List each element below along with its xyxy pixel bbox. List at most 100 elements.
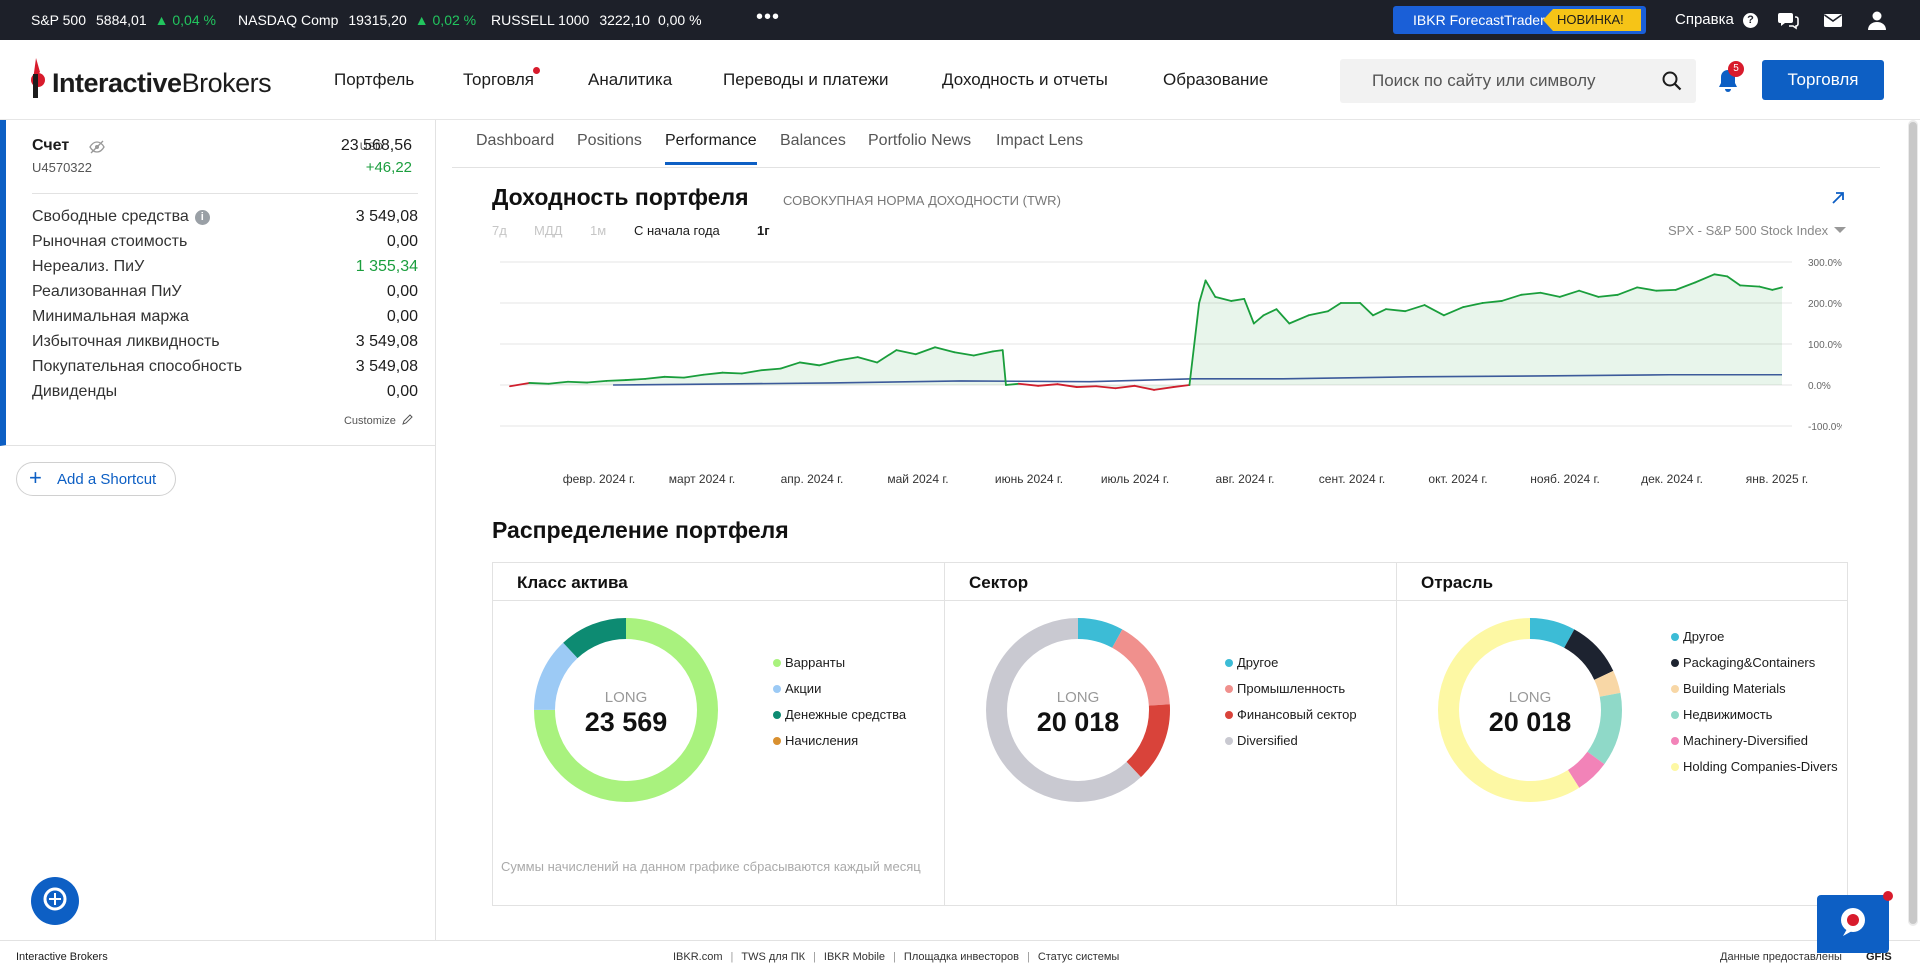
metric-value: 3 549,08	[355, 333, 418, 350]
period-1m[interactable]: 1м	[590, 223, 606, 238]
donut-center-value: 20 018	[1036, 707, 1120, 737]
portfolio-line-segment	[1739, 284, 1761, 288]
panel-header: Сектор	[945, 563, 1396, 601]
metric-label: Избыточная ликвидность	[32, 333, 220, 350]
x-tick-label: март 2024 г.	[669, 472, 735, 486]
ticker-item[interactable]: S&P 500 5884,01 ▲ 0,04 %	[31, 12, 216, 28]
period-mtd[interactable]: МДД	[534, 223, 562, 238]
forecast-trader-button[interactable]: IBKR ForecastTrader НОВИНКА!	[1393, 6, 1646, 34]
period-ytd[interactable]: С начала года	[634, 223, 720, 238]
footer-link[interactable]: TWS для ПК	[741, 951, 805, 963]
user-icon[interactable]	[1866, 9, 1888, 31]
metric-row-unrealized-pnl: Нереализ. ПиУ 1 355,34	[32, 258, 418, 280]
new-badge: НОВИНКА!	[1543, 9, 1641, 31]
legend-swatch	[1671, 711, 1679, 719]
legend-swatch	[1671, 633, 1679, 641]
ticker-value: 5884,01	[96, 12, 147, 28]
metric-label: Нереализ. ПиУ	[32, 258, 145, 275]
metric-label: Дивиденды	[32, 383, 118, 400]
x-tick-label: февр. 2024 г.	[563, 472, 636, 486]
donut-center-value: 20 018	[1488, 707, 1572, 737]
help-link[interactable]: Справка ?	[1675, 11, 1759, 28]
logo-text: InteractiveBrokers	[52, 68, 272, 98]
y-tick-label: 300.0%	[1808, 258, 1842, 269]
add-shortcut-button[interactable]: + Add a Shortcut	[16, 462, 176, 496]
footer-link[interactable]: Площадка инвесторов	[904, 951, 1019, 963]
tab-portfolio-news[interactable]: Portfolio News	[868, 132, 971, 162]
nav-education[interactable]: Образование	[1163, 70, 1268, 90]
donut-center-label: LONG	[1056, 689, 1100, 706]
info-icon[interactable]: i	[194, 210, 210, 225]
sector-panel: Сектор LONG 20 018 Другое Промышленность Ф…	[945, 563, 1397, 905]
nav-trading[interactable]: Торговля	[463, 67, 541, 90]
footer-link[interactable]: Статус системы	[1038, 951, 1119, 963]
legend-label: Промышленность	[1237, 681, 1346, 696]
more-tickers-button[interactable]: •••	[756, 6, 780, 29]
interactive-brokers-logo[interactable]: InteractiveBrokers	[30, 58, 280, 102]
x-tick-label: янв. 2025 г.	[1746, 472, 1808, 486]
panel-title: Класс актива	[517, 573, 628, 592]
page-scrollbar[interactable]	[1908, 120, 1918, 926]
help-label: Справка	[1675, 11, 1734, 28]
donut-center: LONG 20 018	[983, 689, 1173, 738]
donut-center: LONG 23 569	[531, 689, 721, 738]
legend-label: Финансовый сектор	[1237, 707, 1357, 722]
search-input[interactable]	[1340, 59, 1640, 103]
metric-label: Минимальная маржа	[32, 308, 189, 325]
market-ticker-bar: S&P 500 5884,01 ▲ 0,04 % NASDAQ Comp 19315,…	[0, 0, 1920, 40]
y-tick-label: -100.0%	[1808, 422, 1842, 433]
legend-swatch	[1671, 685, 1679, 693]
portfolio-line-segment	[663, 375, 685, 379]
nav-transfers[interactable]: Переводы и платежи	[723, 70, 889, 90]
customize-label: Customize	[343, 415, 396, 427]
tab-impact-lens[interactable]: Impact Lens	[996, 132, 1083, 162]
customize-button[interactable]: Customize	[344, 414, 413, 427]
search-icon[interactable]	[1662, 71, 1682, 91]
tab-dashboard[interactable]: Dashboard	[476, 132, 554, 162]
nav-analytics[interactable]: Аналитика	[588, 70, 672, 90]
expand-icon[interactable]	[1830, 190, 1846, 206]
legend-label: Diversified	[1237, 733, 1298, 748]
donut-center-label: LONG	[1508, 689, 1552, 706]
hide-values-icon[interactable]	[89, 140, 105, 154]
tab-positions[interactable]: Positions	[577, 132, 642, 162]
nav-performance-reports[interactable]: Доходность и отчеты	[942, 70, 1108, 90]
metric-value: 3 549,08	[355, 358, 418, 375]
tab-performance[interactable]: Performance	[665, 132, 757, 165]
metric-value: 3 549,08	[355, 208, 418, 225]
legend-label: Machinery-Diversified	[1683, 733, 1808, 748]
nav-portfolio[interactable]: Портфель	[334, 70, 414, 90]
legend-swatch	[773, 659, 781, 667]
x-tick-label: июнь 2024 г.	[995, 472, 1063, 486]
period-7d[interactable]: 7д	[492, 223, 507, 238]
metric-row-available-funds: Свободные средства i 3 549,08	[32, 208, 418, 230]
period-1y[interactable]: 1г	[757, 223, 770, 238]
ticker-item[interactable]: NASDAQ Comp 19315,20 ▲ 0,02 %	[238, 12, 476, 28]
legend-swatch	[773, 685, 781, 693]
legend-label: Денежные средства	[785, 707, 907, 722]
legend-label: Другое	[1237, 655, 1279, 670]
page-footer: Interactive Brokers IBKR.com | TWS для ПК |…	[0, 940, 1920, 975]
mail-icon[interactable]	[1822, 9, 1844, 31]
tab-balances[interactable]: Balances	[780, 132, 846, 162]
portfolio-line-segment	[625, 377, 647, 381]
chat-widget-button[interactable]	[1817, 891, 1893, 953]
legend-label: Акции	[785, 681, 822, 696]
chevron-down-icon[interactable]	[1834, 227, 1846, 233]
legend-swatch	[1671, 659, 1679, 667]
chat-icon[interactable]	[1777, 9, 1799, 31]
footer-link[interactable]: IBKR Mobile	[824, 951, 885, 963]
portfolio-line-segment	[721, 371, 743, 375]
trade-button[interactable]: Торговля	[1762, 60, 1884, 100]
allocation-title: Распределение портфеля	[492, 517, 789, 543]
legend-swatch	[1671, 763, 1679, 771]
legend-label: Building Materials	[1683, 681, 1786, 696]
legend-label: Недвижимость	[1683, 707, 1773, 722]
notifications-button[interactable]: 5	[1716, 61, 1744, 94]
ticker-item[interactable]: RUSSELL 1000 3222,10 0,00 %	[491, 12, 702, 28]
footer-link[interactable]: IBKR.com	[673, 951, 723, 963]
donut-center-label: LONG	[604, 689, 648, 706]
benchmark-select[interactable]: SPX - S&P 500 Stock Index	[1668, 223, 1828, 238]
scrollbar-thumb[interactable]	[1909, 122, 1917, 924]
support-chat-button[interactable]	[31, 877, 79, 925]
